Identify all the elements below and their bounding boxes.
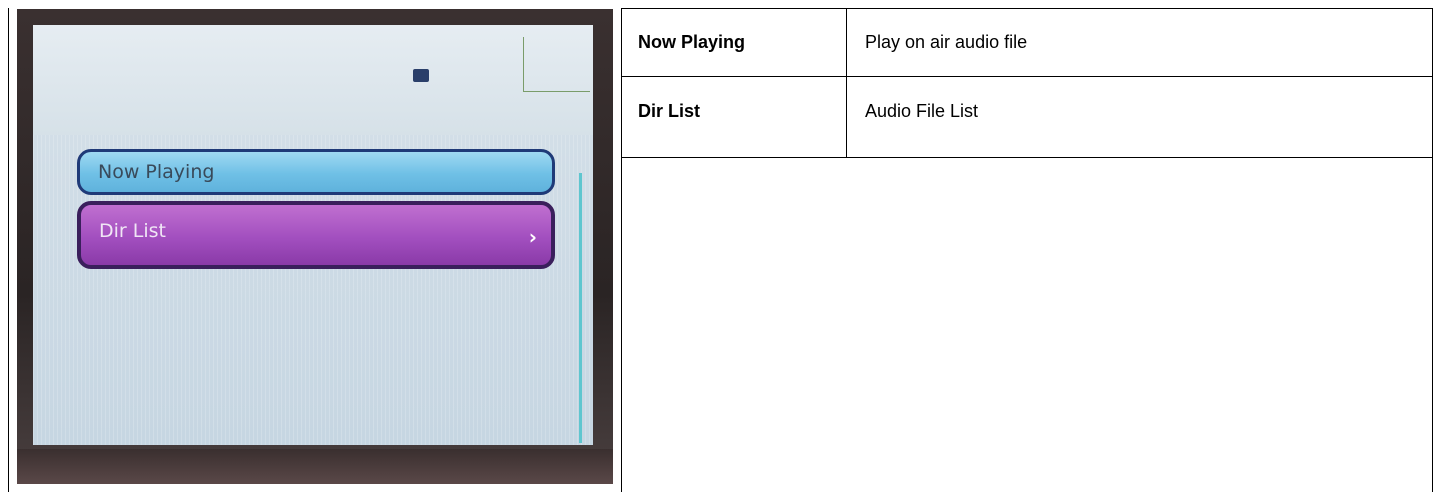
scrollbar[interactable]	[579, 173, 582, 443]
chevron-right-icon: ›	[528, 225, 537, 249]
photo-cell: Now Playing Dir List ›	[9, 9, 621, 492]
table-cell-key: Now Playing	[622, 9, 847, 76]
menu-item-now-playing[interactable]: Now Playing	[77, 149, 555, 195]
screen-status-bar	[33, 25, 593, 135]
menu-item-label: Dir List	[99, 220, 166, 242]
table-cell-value: Audio File List	[865, 101, 979, 121]
screen-artifact	[523, 37, 590, 92]
description-table: Now Playing Play on air audio file Dir L…	[621, 8, 1433, 492]
table-row: Now Playing Play on air audio file	[622, 8, 1432, 76]
battery-icon	[413, 69, 429, 82]
menu-item-label: Now Playing	[98, 161, 215, 183]
table-cell-key: Dir List	[622, 77, 847, 157]
table-row: Dir List Audio File List	[622, 76, 1432, 158]
device-photo: Now Playing Dir List ›	[17, 9, 613, 484]
menu-item-dir-list[interactable]: Dir List ›	[77, 201, 555, 269]
device-screen: Now Playing Dir List ›	[33, 25, 593, 445]
device-bezel-bottom	[17, 449, 613, 484]
